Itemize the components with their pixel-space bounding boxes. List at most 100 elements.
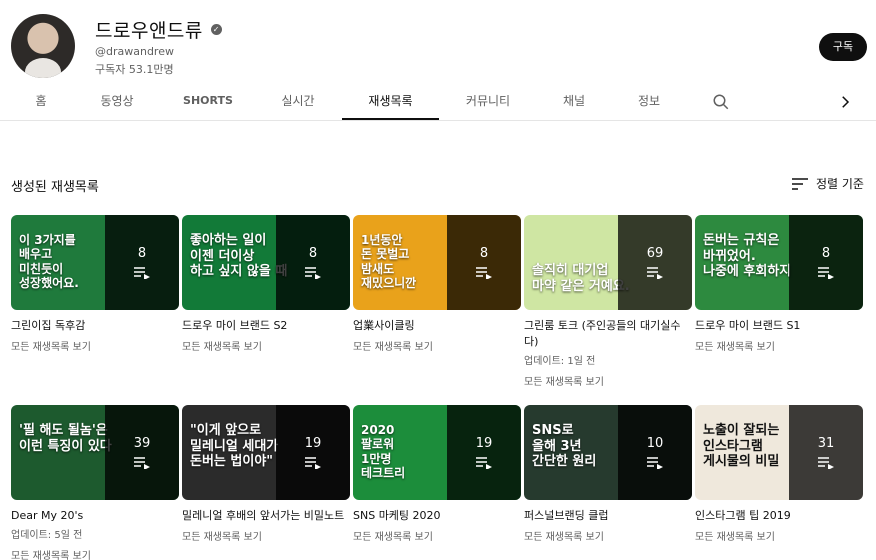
thumbnail-text: SNS로 올해 3년 간단한 원리: [532, 423, 597, 470]
video-count: 19: [304, 436, 322, 451]
playlist-count-overlay: 8: [789, 215, 863, 310]
view-full-playlist-link[interactable]: 모든 재생목록 보기: [695, 338, 863, 353]
playlist-thumbnail[interactable]: "이게 앞으로 밀레니얼 세대가 돈버는 법이야" 19: [182, 405, 350, 500]
view-full-playlist-link[interactable]: 모든 재생목록 보기: [353, 528, 521, 543]
playlist-thumbnail[interactable]: 이 3가지를 배우고 미친듯이 성장했어요. 8: [11, 215, 179, 310]
view-full-playlist-link[interactable]: 모든 재생목록 보기: [524, 373, 692, 388]
thumbnail-text: '필 해도 될놈'은 이런 특징이 있다: [19, 423, 112, 454]
tab-community[interactable]: 커뮤니티: [456, 84, 520, 120]
playlist-title[interactable]: 드로우 마이 브랜드 S1: [695, 318, 863, 334]
playlist-title[interactable]: 인스타그램 팁 2019: [695, 508, 863, 524]
channel-tabs: 홈 동영상 SHORTS 실시간 재생목록 커뮤니티 채널 정보: [0, 84, 876, 121]
playlist-thumbnail[interactable]: 1년동안 돈 못벌고 밤새도 재밌으니깐 8: [353, 215, 521, 310]
playlist-card[interactable]: "이게 앞으로 밀레니얼 세대가 돈버는 법이야" 19 밀레니얼 후배의 앞서가는…: [182, 405, 350, 543]
video-count: 8: [137, 246, 147, 261]
playlist-title[interactable]: 업業사이클링: [353, 318, 521, 334]
playlist-title[interactable]: 드로우 마이 브랜드 S2: [182, 318, 350, 334]
video-count: 8: [479, 246, 489, 261]
playlist-title[interactable]: Dear My 20's: [11, 508, 179, 524]
playlist-thumbnail[interactable]: 노출이 잘되는 인스타그램 게시물의 비밀 31: [695, 405, 863, 500]
channel-header: 드로우앤드류 ✓ @drawandrew 구독자 53.1만명 구독: [0, 0, 876, 84]
playlist-icon: [476, 267, 492, 279]
channel-avatar[interactable]: [11, 14, 75, 78]
thumbnail-text: 노출이 잘되는 인스타그램 게시물의 비밀: [703, 423, 780, 470]
playlist-count-overlay: 19: [276, 405, 350, 500]
playlist-card[interactable]: 솔직히 대기업 마약 같은 거예요. 69 그린룸 토크 (주인공들의 대기실수다)…: [524, 215, 692, 388]
channel-handle: @drawandrew: [95, 45, 174, 58]
playlist-thumbnail[interactable]: 2020 팔로워 1만명 테크트리 19: [353, 405, 521, 500]
channel-title: 드로우앤드류 ✓: [95, 16, 222, 43]
playlist-updated: 업데이트: 5일 전: [11, 530, 83, 541]
view-full-playlist-link[interactable]: 모든 재생목록 보기: [353, 338, 521, 353]
tab-about[interactable]: 정보: [628, 84, 670, 120]
playlist-icon: [818, 457, 834, 469]
playlist-card[interactable]: 2020 팔로워 1만명 테크트리 19 SNS 마케팅 2020 모든 재생목록 보…: [353, 405, 521, 543]
view-full-playlist-link[interactable]: 모든 재생목록 보기: [11, 338, 179, 353]
view-full-playlist-link[interactable]: 모든 재생목록 보기: [182, 528, 350, 543]
subscribe-button[interactable]: 구독: [819, 33, 867, 61]
playlist-count-overlay: 69: [618, 215, 692, 310]
chevron-right-icon[interactable]: [836, 93, 854, 111]
sort-label: 정렬 기준: [816, 177, 864, 191]
video-count: 31: [817, 436, 835, 451]
playlist-card[interactable]: 이 3가지를 배우고 미친듯이 성장했어요. 8 그린이집 독후감모든 재생목록 보…: [11, 215, 179, 353]
playlist-count-overlay: 8: [276, 215, 350, 310]
playlist-icon: [476, 457, 492, 469]
playlist-thumbnail[interactable]: '필 해도 될놈'은 이런 특징이 있다 39: [11, 405, 179, 500]
playlist-card[interactable]: 좋아하는 일이 이젠 더이상 하고 싶지 않을 때 8 드로우 마이 브랜드 S2 모…: [182, 215, 350, 353]
playlist-count-overlay: 31: [789, 405, 863, 500]
tab-shorts[interactable]: SHORTS: [176, 84, 240, 120]
thumbnail-text: "이게 앞으로 밀레니얼 세대가 돈버는 법이야": [190, 423, 279, 470]
tab-channels[interactable]: 채널: [553, 84, 595, 120]
view-full-playlist-link[interactable]: 모든 재생목록 보기: [182, 338, 350, 353]
video-count: 69: [646, 246, 664, 261]
video-count: 8: [308, 246, 318, 261]
playlist-title[interactable]: 그린룸 토크 (주인공들의 대기실수다): [524, 318, 692, 350]
view-full-playlist-link[interactable]: 모든 재생목록 보기: [11, 547, 179, 560]
tab-playlists[interactable]: 재생목록: [342, 84, 439, 120]
sort-button[interactable]: 정렬 기준: [792, 175, 864, 192]
thumbnail-text: 솔직히 대기업 마약 같은 거예요.: [532, 263, 630, 294]
playlist-icon: [647, 267, 663, 279]
playlist-card[interactable]: SNS로 올해 3년 간단한 원리 10 퍼스널브랜딩 클럽모든 재생목록 보기: [524, 405, 692, 543]
playlist-card[interactable]: 1년동안 돈 못벌고 밤새도 재밌으니깐 8 업業사이클링모든 재생목록 보기: [353, 215, 521, 353]
playlist-thumbnail[interactable]: 돈버는 규칙은 바뀌었어. 나중에 후회하지 8: [695, 215, 863, 310]
video-count: 19: [475, 436, 493, 451]
playlist-thumbnail[interactable]: 솔직히 대기업 마약 같은 거예요. 69: [524, 215, 692, 310]
playlist-card[interactable]: 노출이 잘되는 인스타그램 게시물의 비밀 31 인스타그램 팁 2019 모든 재생…: [695, 405, 863, 543]
playlist-thumbnail[interactable]: SNS로 올해 3년 간단한 원리 10: [524, 405, 692, 500]
tab-home[interactable]: 홈: [22, 84, 60, 120]
view-full-playlist-link[interactable]: 모든 재생목록 보기: [524, 528, 692, 543]
playlist-count-overlay: 8: [105, 215, 179, 310]
playlist-title[interactable]: SNS 마케팅 2020: [353, 508, 521, 524]
playlist-count-overlay: 19: [447, 405, 521, 500]
tab-live[interactable]: 실시간: [270, 84, 326, 120]
view-full-playlist-link[interactable]: 모든 재생목록 보기: [695, 528, 863, 543]
video-count: 10: [646, 436, 664, 451]
thumbnail-text: 1년동안 돈 못벌고 밤새도 재밌으니깐: [361, 233, 417, 291]
thumbnail-text: 좋아하는 일이 이젠 더이상 하고 싶지 않을 때: [190, 233, 287, 280]
playlist-icon: [134, 267, 150, 279]
playlist-thumbnail[interactable]: 좋아하는 일이 이젠 더이상 하고 싶지 않을 때 8: [182, 215, 350, 310]
playlist-count-overlay: 8: [447, 215, 521, 310]
playlist-card[interactable]: 돈버는 규칙은 바뀌었어. 나중에 후회하지 8 드로우 마이 브랜드 S1 모든 재…: [695, 215, 863, 353]
playlist-title[interactable]: 그린이집 독후감: [11, 318, 179, 334]
tab-videos[interactable]: 동영상: [89, 84, 145, 120]
channel-name: 드로우앤드류: [95, 20, 203, 42]
playlist-updated: 업데이트: 1일 전: [524, 356, 596, 367]
thumbnail-text: 돈버는 규칙은 바뀌었어. 나중에 후회하지: [703, 233, 792, 280]
video-count: 8: [821, 246, 831, 261]
playlist-icon: [818, 267, 834, 279]
playlist-count-overlay: 39: [105, 405, 179, 500]
playlist-card[interactable]: '필 해도 될놈'은 이런 특징이 있다 39 Dear My 20's 업데이트: …: [11, 405, 179, 560]
playlist-count-overlay: 10: [618, 405, 692, 500]
subscriber-count: 구독자 53.1만명: [95, 63, 174, 76]
playlist-title[interactable]: 밀레니얼 후배의 앞서가는 비밀노트: [182, 508, 350, 524]
playlist-icon: [134, 457, 150, 469]
playlist-icon: [647, 457, 663, 469]
search-icon[interactable]: [712, 93, 730, 111]
video-count: 39: [133, 436, 151, 451]
verified-icon: ✓: [210, 24, 222, 35]
playlist-title[interactable]: 퍼스널브랜딩 클럽: [524, 508, 692, 524]
sort-icon: [792, 177, 808, 190]
